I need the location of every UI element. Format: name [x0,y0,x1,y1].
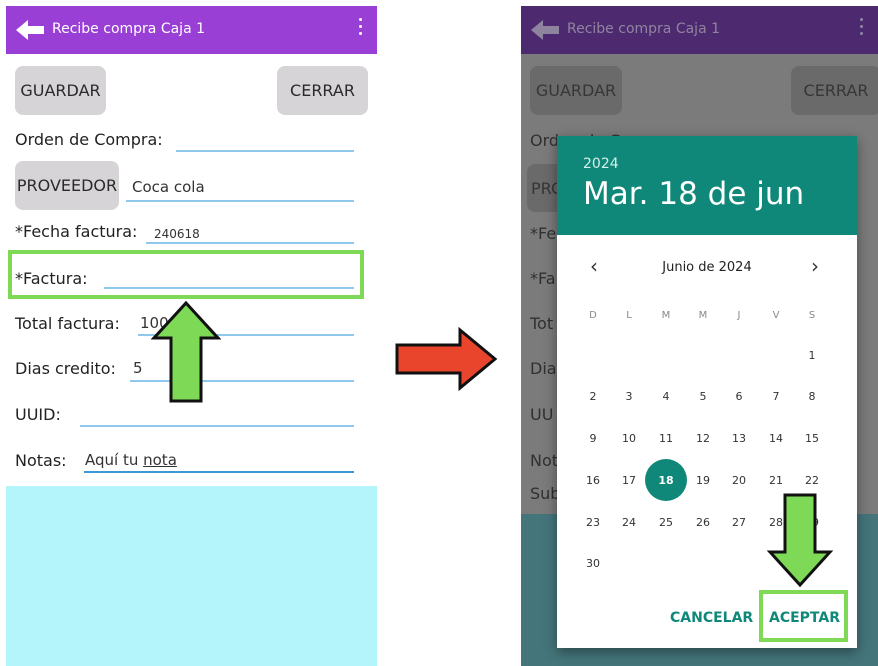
calendar-day[interactable]: 8 [797,390,827,403]
accept-button-highlight [759,590,848,642]
notes-text: Aquí tu [85,451,144,469]
calendar-day[interactable]: 21 [761,474,791,487]
weekday-label: L [626,310,632,321]
down-arrow-icon [767,493,833,588]
app-bar: Recibe compra Caja 1 [6,6,377,54]
left-screen: Recibe compra Caja 1 GUARDAR CERRAR Orde… [6,6,377,666]
notes-label: Notas: [15,451,67,470]
invoice-date-label: *Fecha factura: [15,222,138,241]
back-arrow-icon[interactable] [16,20,44,40]
up-arrow-icon [151,300,221,403]
credit-days-input[interactable]: 5 [133,359,143,377]
cancel-button[interactable]: CANCELAR [670,610,753,626]
calendar-day[interactable]: 19 [688,474,718,487]
calendar-day[interactable]: 17 [614,474,644,487]
calendar-day[interactable]: 30 [578,557,608,570]
notes-line [84,471,354,473]
notes-input[interactable]: Aquí tu nota [85,451,177,469]
date-picker-header: 2024 Mar. 18 de jun [557,136,857,235]
right-arrow-icon [395,327,498,391]
weekday-label: J [737,310,741,321]
overflow-menu-icon [860,18,864,38]
dimmed-label: Tot [530,314,554,333]
calendar-day[interactable]: 26 [688,516,718,529]
weekday-label: V [772,310,780,321]
app-title: Recibe compra Caja 1 [52,21,206,37]
calendar-day[interactable]: 24 [614,516,644,529]
invoice-field-highlight [8,250,364,299]
empty-area [6,486,377,666]
calendar-day[interactable]: 27 [724,516,754,529]
calendar-day[interactable]: 14 [761,432,791,445]
weekday-label: M [698,310,708,321]
weekday-label: D [589,310,597,321]
calendar-day[interactable]: 2 [578,390,608,403]
dimmed-save-button: GUARDAR [530,66,622,115]
calendar-day[interactable]: 6 [724,390,754,403]
weekday-label: M [661,310,671,321]
invoice-date-line [146,242,354,244]
calendar-day[interactable]: 1 [797,349,827,362]
invoice-date-input[interactable]: 240618 [154,227,200,241]
calendar-day[interactable]: 22 [797,474,827,487]
dimmed-label: Sub [530,484,561,503]
calendar-day[interactable]: 20 [724,474,754,487]
notes-text-underlined: nota [143,451,177,469]
picker-year[interactable]: 2024 [583,156,619,172]
calendar-day[interactable]: 16 [578,474,608,487]
calendar-day[interactable]: 9 [578,432,608,445]
dimmed-close-button: CERRAR [791,66,878,115]
supplier-input-line [126,200,354,202]
calendar-day[interactable]: 10 [614,432,644,445]
calendar-day[interactable]: 12 [688,432,718,445]
dimmed-label: *Fe [530,224,557,243]
app-title-dimmed: Recibe compra Caja 1 [567,21,721,37]
picker-selected-date: Mar. 18 de jun [583,176,805,212]
weekday-label: S [808,310,816,321]
close-button[interactable]: CERRAR [277,66,368,115]
invoice-total-label: Total factura: [15,314,120,333]
uuid-input[interactable] [80,425,354,427]
calendar-day[interactable]: 7 [761,390,791,403]
calendar-day-selected[interactable]: 18 [651,474,681,487]
dimmed-label: Not [530,451,559,470]
calendar-day[interactable]: 23 [578,516,608,529]
right-screen: Recibe compra Caja 1 GUARDAR CERRAR Orde… [521,6,878,666]
overflow-menu-icon[interactable] [359,18,363,38]
save-button[interactable]: GUARDAR [15,66,106,115]
next-month-icon[interactable]: › [811,254,819,278]
dimmed-label: UU [530,405,554,424]
supplier-button[interactable]: PROVEEDOR [15,161,119,210]
calendar-day[interactable]: 4 [651,390,681,403]
calendar-day[interactable]: 3 [614,390,644,403]
uuid-label: UUID: [15,405,61,424]
calendar-day[interactable]: 13 [724,432,754,445]
purchase-order-input[interactable] [176,150,354,152]
supplier-value: Coca cola [132,178,205,196]
credit-days-label: Dias credito: [15,359,116,378]
calendar-day[interactable]: 11 [651,432,681,445]
purchase-order-label: Orden de Compra: [15,130,163,149]
calendar-day[interactable]: 15 [797,432,827,445]
calendar-day[interactable]: 25 [651,516,681,529]
app-bar-dimmed: Recibe compra Caja 1 [521,6,878,54]
dimmed-label: *Fa [530,269,556,288]
dimmed-label: Dia [530,359,557,378]
calendar-day[interactable]: 5 [688,390,718,403]
back-arrow-icon [531,20,559,40]
